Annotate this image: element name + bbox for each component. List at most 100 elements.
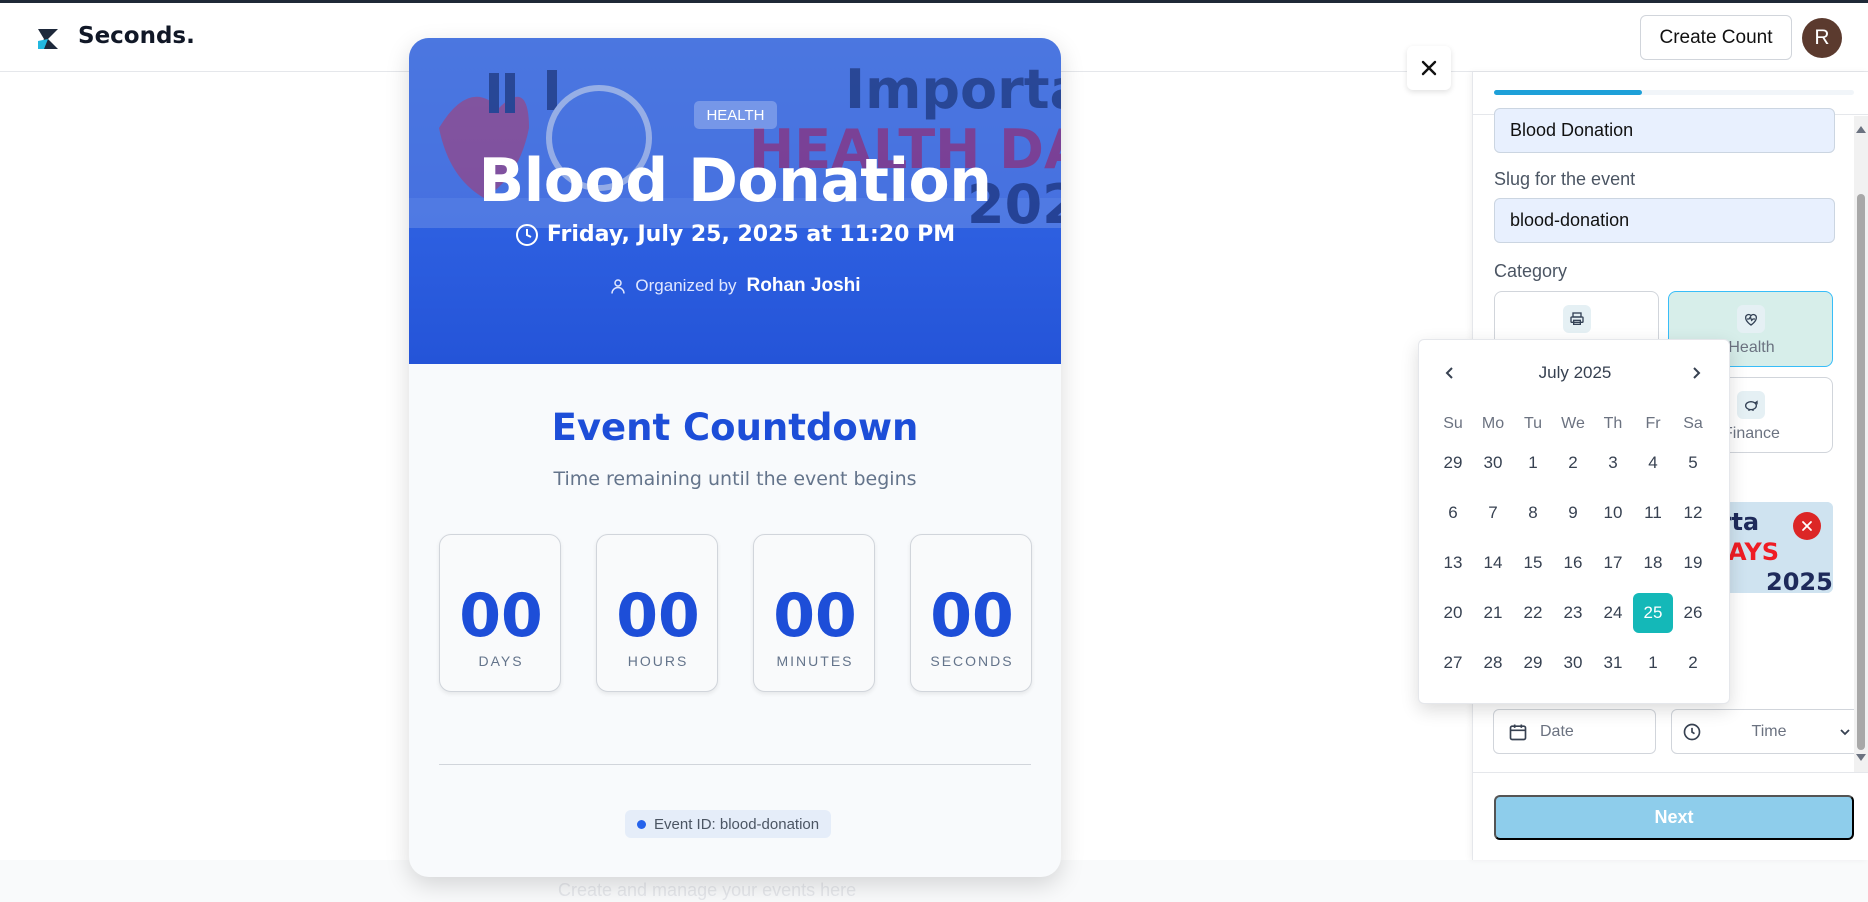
calendar-day[interactable]: 29 xyxy=(1513,638,1553,688)
calendar-day[interactable]: 16 xyxy=(1553,538,1593,588)
calendar-day[interactable]: 7 xyxy=(1473,488,1513,538)
calendar-day[interactable]: 17 xyxy=(1593,538,1633,588)
calendar-day[interactable]: 12 xyxy=(1673,488,1713,538)
calendar-day-number: 19 xyxy=(1683,553,1703,572)
event-title: Blood Donation xyxy=(478,146,993,216)
calendar-day[interactable]: 8 xyxy=(1513,488,1553,538)
calendar-day[interactable]: 31 xyxy=(1593,638,1633,688)
category-label: Category xyxy=(1494,261,1568,281)
calendar-day[interactable]: 23 xyxy=(1553,588,1593,638)
calendar-day[interactable]: 1 xyxy=(1513,438,1553,488)
event-id-text: Event ID: blood-donation xyxy=(654,815,820,833)
close-icon xyxy=(1421,60,1437,76)
calendar-day[interactable]: 9 xyxy=(1553,488,1593,538)
calendar-day-number: 27 xyxy=(1443,653,1463,672)
event-name-field[interactable]: Blood Donation xyxy=(1494,108,1835,153)
scrollbar-thumb[interactable] xyxy=(1857,194,1865,750)
calendar-day[interactable]: 28 xyxy=(1473,638,1513,688)
event-organizer: Organized by Rohan Joshi xyxy=(409,275,1061,297)
calendar-day[interactable]: 20 xyxy=(1433,588,1473,638)
calendar-day[interactable]: 30 xyxy=(1553,638,1593,688)
weekday-header: Sa xyxy=(1683,415,1703,432)
slug-label: Slug for the event xyxy=(1494,169,1636,189)
calendar-day-number: 8 xyxy=(1528,503,1538,522)
calendar-day[interactable]: 10 xyxy=(1593,488,1633,538)
event-preview-card: Importan HEALTH DAYS 202 HEALTH Blood Do… xyxy=(409,38,1061,877)
countdown-days-value: 00 xyxy=(459,581,543,651)
clock-icon xyxy=(515,223,538,246)
remove-image-button[interactable] xyxy=(1793,512,1821,540)
calendar-day[interactable]: 26 xyxy=(1673,588,1713,638)
calendar-day[interactable]: 27 xyxy=(1433,638,1473,688)
calendar-day-number: 22 xyxy=(1523,603,1543,622)
countdown-title: Event Countdown xyxy=(551,406,919,449)
calendar-day-number: 18 xyxy=(1643,553,1663,572)
countdown-minutes-label: MINUTES xyxy=(776,653,854,669)
panel-scrollbar[interactable] xyxy=(1854,116,1868,772)
page-footer-text: Create and manage your events here xyxy=(558,880,857,900)
close-preview-button[interactable] xyxy=(1407,46,1451,90)
calendar-day-number: 16 xyxy=(1563,553,1583,572)
calendar-day-number: 26 xyxy=(1683,603,1703,622)
countdown-hours-label: HOURS xyxy=(627,653,689,669)
calendar-day-number: 29 xyxy=(1523,653,1543,672)
heart-pulse-icon xyxy=(1737,305,1765,333)
user-avatar[interactable]: R xyxy=(1802,18,1842,58)
time-picker-button[interactable]: Time xyxy=(1671,709,1865,754)
calendar-day[interactable]: 2 xyxy=(1553,438,1593,488)
calendar-day-number: 2 xyxy=(1568,453,1578,472)
countdown-minutes-value: 00 xyxy=(773,581,857,651)
next-button[interactable]: Next xyxy=(1494,795,1854,840)
calendar-day[interactable]: 14 xyxy=(1473,538,1513,588)
calendar-day[interactable]: 30 xyxy=(1473,438,1513,488)
next-month-button[interactable] xyxy=(1689,366,1703,385)
event-hero: Importan HEALTH DAYS 202 HEALTH Blood Do… xyxy=(409,38,1061,364)
logo-icon[interactable] xyxy=(36,27,62,51)
calendar-day-number: 9 xyxy=(1568,503,1578,522)
calendar-day-number: 23 xyxy=(1563,603,1583,622)
scroll-down-arrow-icon[interactable] xyxy=(1856,754,1866,761)
form-progress-fill xyxy=(1494,90,1642,95)
thumbnail-text-3: 2025 xyxy=(1766,568,1833,593)
calendar-day-number: 2 xyxy=(1688,653,1698,672)
calendar-day-number: 28 xyxy=(1483,653,1503,672)
calendar-day-number: 6 xyxy=(1448,503,1458,522)
calendar-day[interactable]: 18 xyxy=(1633,538,1673,588)
calendar-day-selected[interactable]: 25 xyxy=(1633,588,1673,638)
calendar-day-number: 20 xyxy=(1443,603,1463,622)
calendar-day[interactable]: 19 xyxy=(1673,538,1713,588)
calendar-day[interactable]: 24 xyxy=(1593,588,1633,638)
calendar-day[interactable]: 2 xyxy=(1673,638,1713,688)
calendar-day[interactable]: 1 xyxy=(1633,638,1673,688)
calendar-day[interactable]: 29 xyxy=(1433,438,1473,488)
hero-image-text-1: Importan xyxy=(845,58,1061,121)
time-placeholder: Time xyxy=(1751,722,1787,740)
calendar-day[interactable]: 4 xyxy=(1633,438,1673,488)
brand-name[interactable]: Seconds. xyxy=(78,23,195,49)
calendar-icon xyxy=(1509,724,1527,740)
date-picker-button[interactable]: Date xyxy=(1493,709,1656,754)
calendar-day[interactable]: 15 xyxy=(1513,538,1553,588)
chevron-right-icon xyxy=(1693,367,1701,379)
piggy-bank-icon xyxy=(1737,391,1765,419)
calendar-day-number: 30 xyxy=(1483,453,1503,472)
calendar-day-number: 11 xyxy=(1644,503,1662,522)
calendar-day-number: 10 xyxy=(1603,503,1623,522)
calendar-day[interactable]: 21 xyxy=(1473,588,1513,638)
calendar-day[interactable]: 3 xyxy=(1593,438,1633,488)
create-count-button[interactable]: Create Count xyxy=(1640,15,1792,60)
calendar-day-number: 12 xyxy=(1683,503,1703,522)
calendar-grid: Su Mo Tu We Th Fr Sa 29 30 1 2 3 4 5 6 7 8 9 10 11 12 13 14 15 1… xyxy=(1433,410,1713,688)
calendar-day-number: 1 xyxy=(1648,653,1658,672)
calendar-day[interactable]: 5 xyxy=(1673,438,1713,488)
scroll-up-arrow-icon[interactable] xyxy=(1856,126,1866,133)
calendar-day[interactable]: 6 xyxy=(1433,488,1473,538)
calendar-day[interactable]: 13 xyxy=(1433,538,1473,588)
calendar-day[interactable]: 22 xyxy=(1513,588,1553,638)
slug-field[interactable]: blood-donation xyxy=(1494,198,1835,243)
event-datetime: Friday, July 25, 2025 at 11:20 PM xyxy=(409,222,1061,247)
countdown-seconds-label: SECONDS xyxy=(930,653,1014,669)
calendar-day[interactable]: 11 xyxy=(1633,488,1673,538)
date-picker-calendar: July 2025 Su Mo Tu We Th Fr Sa 29 30 1 2 3 4 5 6 7 8 9 10 1… xyxy=(1418,339,1730,704)
category-badge: HEALTH xyxy=(694,101,777,129)
